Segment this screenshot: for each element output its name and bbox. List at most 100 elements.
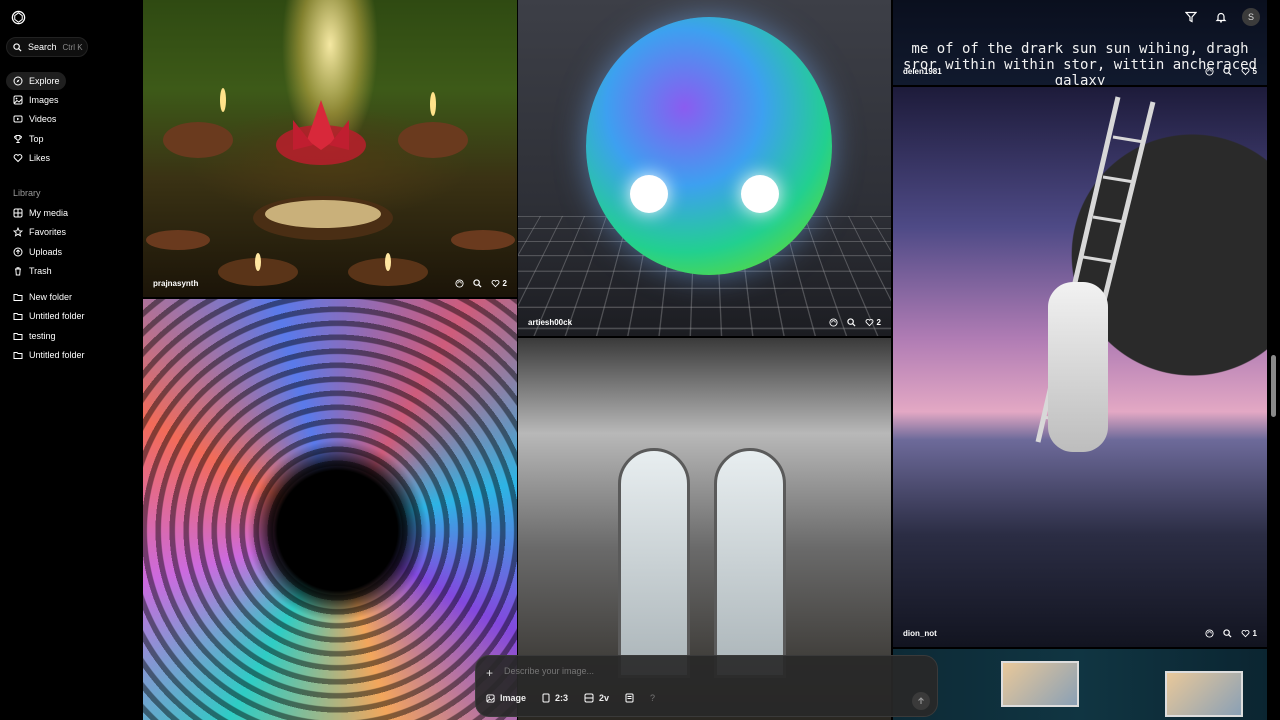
tile-username[interactable]: delen1981	[903, 67, 1205, 76]
aspect-ratio-icon	[542, 693, 550, 703]
nav-label: Top	[29, 134, 44, 144]
star-icon	[13, 227, 23, 237]
prompt-options: Image 2:3 2v ?	[486, 693, 655, 703]
gallery-tile[interactable]: artiesh00ck 2	[518, 0, 891, 336]
folder-item[interactable]: Untitled folder	[6, 307, 134, 325]
nav-label: Explore	[29, 76, 60, 86]
zoom-icon[interactable]	[472, 278, 482, 288]
gallery-tile[interactable]: dion_not 1	[893, 87, 1267, 647]
variations-selector[interactable]: 2v	[584, 693, 609, 703]
folder-icon	[13, 311, 23, 321]
library-label: Uploads	[29, 247, 63, 257]
tile-image	[1001, 661, 1079, 707]
image-icon	[486, 693, 495, 703]
trophy-icon	[13, 134, 23, 144]
orb-eye	[630, 175, 668, 213]
nav-images[interactable]: Images	[6, 91, 134, 109]
remix-icon[interactable]	[828, 317, 838, 327]
folder-icon	[13, 292, 23, 302]
media-icon	[13, 208, 23, 218]
send-button[interactable]	[912, 692, 930, 710]
preset-button[interactable]	[625, 693, 634, 703]
tile-image	[618, 448, 690, 678]
nav-top[interactable]: Top	[6, 130, 134, 148]
tile-image	[586, 17, 832, 275]
like-count: 5	[1252, 66, 1257, 76]
upload-icon	[13, 247, 23, 257]
search-shortcut: Ctrl K	[62, 42, 83, 52]
gallery-tile[interactable]: prajnasynth 2	[143, 0, 517, 297]
bell-icon[interactable]	[1212, 8, 1230, 26]
orb-eye	[741, 175, 779, 213]
like-button[interactable]: 2	[865, 318, 881, 327]
nav-likes[interactable]: Likes	[6, 149, 134, 167]
search-label: Search	[28, 42, 57, 52]
help-button[interactable]: ?	[650, 693, 655, 703]
folder-icon	[13, 350, 23, 360]
document-icon	[625, 693, 634, 703]
folder-item[interactable]: testing	[6, 327, 134, 345]
app-logo-icon[interactable]	[11, 10, 26, 25]
variations-icon	[584, 693, 594, 703]
tile-image	[1048, 282, 1108, 452]
library-label: My media	[29, 208, 69, 218]
zoom-icon[interactable]	[846, 317, 856, 327]
like-button[interactable]: 5	[1241, 67, 1257, 76]
compass-icon	[13, 76, 23, 86]
avatar[interactable]: S	[1242, 8, 1260, 26]
remix-icon[interactable]	[1204, 66, 1214, 76]
tile-username[interactable]: prajnasynth	[153, 279, 455, 288]
tile-image	[1165, 671, 1243, 717]
library-label: Favorites	[29, 227, 67, 237]
heart-icon	[491, 279, 499, 287]
library-label: Trash	[29, 266, 52, 276]
like-count: 1	[1252, 628, 1257, 638]
library-favorites[interactable]: Favorites	[6, 223, 134, 241]
folder-label: testing	[29, 331, 56, 341]
gallery-tile[interactable]	[143, 299, 517, 720]
nav-videos[interactable]: Videos	[6, 110, 134, 128]
folder-icon	[13, 331, 23, 341]
remix-icon[interactable]	[454, 278, 464, 288]
mode-selector[interactable]: Image	[486, 693, 526, 703]
nav-label: Likes	[29, 153, 51, 163]
like-button[interactable]: 2	[491, 279, 507, 288]
library-my-media[interactable]: My media	[6, 204, 134, 222]
mode-label: Image	[500, 693, 527, 703]
library-trash[interactable]: Trash	[6, 262, 134, 280]
nav-explore[interactable]: Explore	[6, 72, 66, 90]
ratio-label: 2:3	[555, 693, 569, 703]
trash-icon	[13, 266, 23, 276]
heart-icon	[13, 153, 23, 163]
folder-item[interactable]: New folder	[6, 288, 134, 306]
tile-username[interactable]: artiesh00ck	[528, 318, 829, 327]
variations-label: 2v	[599, 693, 610, 703]
top-actions: S	[1182, 8, 1260, 26]
tile-image	[714, 448, 786, 678]
video-icon	[13, 114, 23, 124]
like-count: 2	[502, 278, 507, 288]
folder-item[interactable]: Untitled folder	[6, 346, 134, 364]
like-button[interactable]: 1	[1241, 629, 1257, 638]
scrollbar[interactable]	[1271, 355, 1276, 417]
prompt-input[interactable]	[504, 666, 804, 676]
filter-icon[interactable]	[1182, 8, 1200, 26]
tile-meta: artiesh00ck 2	[518, 308, 891, 336]
heart-icon	[865, 318, 873, 326]
prompt-bar: + Image 2:3 2v ?	[475, 655, 938, 717]
library-uploads[interactable]: Uploads	[6, 243, 134, 261]
zoom-icon[interactable]	[1222, 66, 1232, 76]
ratio-selector[interactable]: 2:3	[542, 693, 568, 703]
tile-meta: dion_not 1	[893, 619, 1267, 647]
plus-icon[interactable]: +	[486, 666, 493, 680]
folder-label: New folder	[29, 292, 73, 302]
library-heading: Library	[13, 188, 41, 198]
tile-username[interactable]: dion_not	[903, 629, 1205, 638]
remix-icon[interactable]	[1204, 628, 1214, 638]
heart-icon	[1241, 67, 1249, 75]
gallery-tile[interactable]	[893, 649, 1267, 720]
nav-label: Images	[29, 95, 59, 105]
folder-label: Untitled folder	[29, 311, 85, 321]
zoom-icon[interactable]	[1222, 628, 1232, 638]
search-button[interactable]: Search Ctrl K	[6, 37, 88, 57]
